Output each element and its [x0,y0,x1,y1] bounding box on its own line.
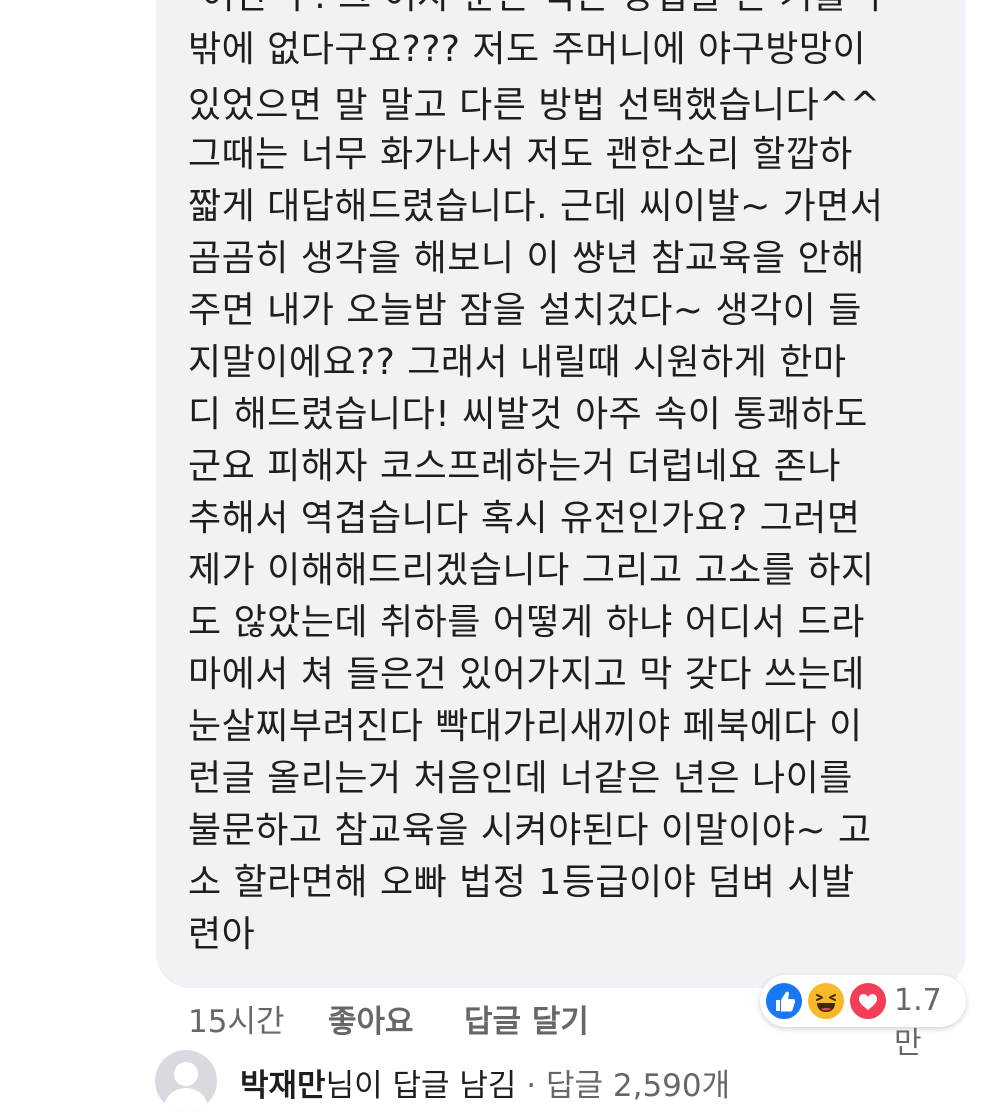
comment-line: 디 해드렸습니다! 씨발것 아주 속이 통쾌하도 [188,394,868,435]
comment-line: 있었으면 말 말고 다른 방법 선택했습니다^^ [188,85,881,126]
reactions-summary[interactable]: 1.7만 [760,975,966,1061]
reply-summary-text: 님이 답글 남김 [325,1068,517,1104]
comment-line: 마에서 쳐 들은건 있어가지고 막 갖다 쓰는데 [188,654,865,695]
love-icon [848,981,888,1021]
comment-line: 제가 이해해드리겠습니다 그리고 고소를 하지 [188,550,875,591]
comment-line: 그때는 너무 화가나서 저도 괜한소리 할깝하 [188,134,853,175]
comment-line: 짧게 대답해드렸습니다. 근데 씨이발~ 가면서 [188,186,884,227]
reply-summary[interactable]: 박재만님이 답글 남김 · 답글 2,590개 [240,1060,730,1105]
timestamp[interactable]: 15시간 [188,996,285,1041]
reply-count[interactable]: 답글 2,590개 [546,1068,730,1104]
haha-icon [806,981,846,1021]
reply-button[interactable]: 답글 달기 [464,996,589,1041]
comment-line: 눈살찌부려진다 빡대가리새끼야 페북에다 이 [188,706,863,747]
comment-line: 련아 [188,914,256,955]
comment-line: 주면 내가 오늘밤 잠을 설치겄다~ 생각이 들 [188,290,862,331]
separator-dot: · [526,1068,537,1104]
comment-line: 군요 피해자 코스프레하는거 더럽네요 존나 [188,446,841,487]
like-button[interactable]: 좋아요 [328,996,414,1041]
like-icon [764,981,804,1021]
comment-line: 불문하고 참교육을 시켜야된다 이말이야~ 고 [188,810,872,851]
reaction-count: 1.7만 [894,983,942,1061]
reply-author-name[interactable]: 박재만 [240,1068,326,1104]
comment-line: 추해서 역겹습니다 혹시 유전인가요? 그러면 [188,498,861,539]
comment-line: 지말이에요?? 그래서 내릴때 시원하게 한마 [188,342,847,383]
comment-line: 런글 올리는거 처음인데 너같은 년은 나이를 [188,758,853,799]
comment-line: -어난 누. 그 여자 분은 직는 방법을 쓴 거를 수 [188,0,892,20]
avatar[interactable] [155,1050,217,1112]
comment-line: 소 할라면해 오빠 법정 1등급이야 덤벼 시발 [188,862,855,903]
comment-line: 도 않았는데 취하를 어떻게 하냐 어디서 드라 [188,602,865,643]
comment-line: 밖에 없다구요??? 저도 주머니에 야구방망이 [188,29,867,70]
comment-line: 곰곰히 생각을 해보니 이 썅년 참교육을 안해 [188,238,865,279]
